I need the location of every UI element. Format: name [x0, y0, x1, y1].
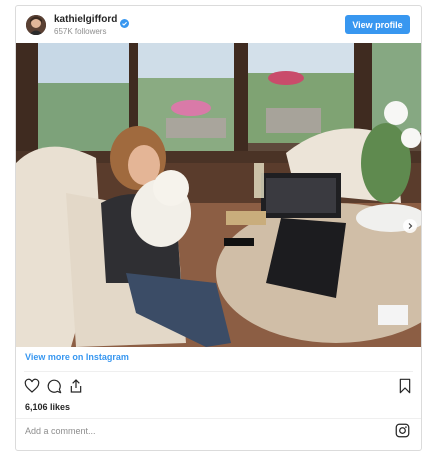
follower-count: 657K followers: [54, 27, 107, 36]
view-profile-button[interactable]: View profile: [345, 15, 410, 34]
instagram-embed-card: kathielgifford 657K followers View profi…: [15, 5, 422, 451]
chevron-right-icon: [408, 223, 413, 229]
divider: [24, 371, 413, 372]
post-header: kathielgifford 657K followers View profi…: [16, 6, 421, 44]
photo-illustration: [16, 43, 421, 347]
add-comment-field[interactable]: Add a comment...: [25, 426, 96, 436]
username[interactable]: kathielgifford: [54, 14, 117, 25]
avatar[interactable]: [26, 15, 46, 35]
comment-icon[interactable]: [46, 378, 62, 394]
divider: [16, 418, 421, 419]
heart-icon[interactable]: [24, 378, 40, 394]
view-more-link[interactable]: View more on Instagram: [25, 352, 129, 362]
post-photo[interactable]: [16, 43, 421, 347]
carousel-next-button[interactable]: [403, 219, 417, 233]
bookmark-icon[interactable]: [397, 378, 413, 394]
instagram-icon[interactable]: [395, 423, 410, 438]
verified-icon: [120, 15, 130, 28]
post-actions: [24, 378, 84, 394]
share-icon[interactable]: [68, 378, 84, 394]
username-row: kathielgifford: [54, 14, 130, 28]
like-count: 6,106 likes: [25, 402, 71, 412]
